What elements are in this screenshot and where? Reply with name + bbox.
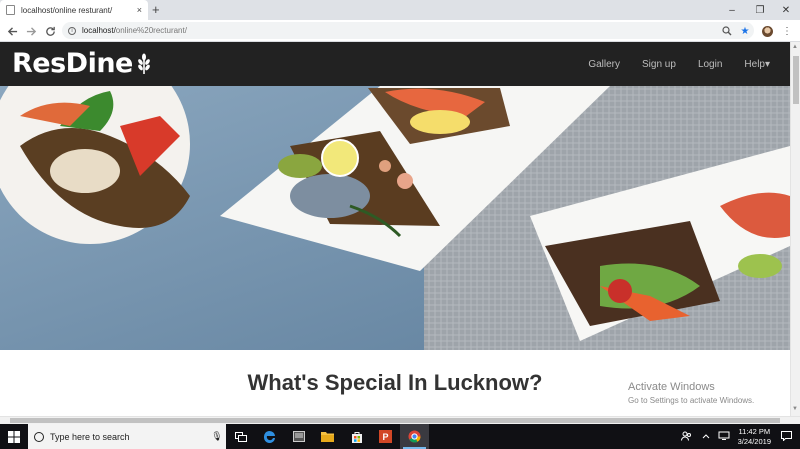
clock-date: 3/24/2019 <box>737 436 771 446</box>
nav-help-dropdown[interactable]: Help▾ <box>744 59 770 70</box>
vertical-scrollbar[interactable]: ▲ ▼ <box>790 42 800 416</box>
address-bar[interactable]: i localhost/ online%20recturant/ <box>62 22 754 39</box>
horizontal-scrollbar[interactable] <box>0 416 800 424</box>
chevron-up-icon[interactable] <box>702 432 710 441</box>
chrome-menu-icon[interactable]: ⋮ <box>780 23 794 39</box>
restore-button[interactable]: ❐ <box>746 0 774 20</box>
powerpoint-icon[interactable]: P <box>371 424 400 449</box>
clock-time: 11:42 PM <box>738 426 771 436</box>
scroll-down-icon[interactable]: ▼ <box>792 406 798 412</box>
svg-text:P: P <box>383 432 389 442</box>
arrow-right-icon[interactable] <box>23 23 39 39</box>
media-app-icon[interactable] <box>284 424 313 449</box>
page-icon <box>6 5 15 15</box>
windows-taskbar: Type here to search 🎙 P 11:42 PM 3/24/20… <box>0 424 800 449</box>
page-viewport: ResDine Gallery Sign up Login Help▾ What… <box>0 42 790 416</box>
file-explorer-icon[interactable] <box>313 424 342 449</box>
network-icon[interactable] <box>718 431 730 442</box>
brand-name: ResDine <box>12 48 133 79</box>
store-icon[interactable] <box>342 424 371 449</box>
notifications-icon[interactable] <box>781 430 792 443</box>
chrome-icon[interactable] <box>400 424 429 449</box>
activate-windows-watermark: Activate Windows Go to Settings to activ… <box>628 381 754 405</box>
nav-signup[interactable]: Sign up <box>642 59 676 70</box>
info-icon[interactable]: i <box>68 26 76 35</box>
site-navbar: ResDine Gallery Sign up Login Help▾ <box>0 42 790 86</box>
browser-tab-strip: localhost/online resturant/ × + – ❐ ✕ <box>0 0 800 20</box>
cortana-icon <box>34 431 44 442</box>
profile-avatar[interactable] <box>760 23 774 39</box>
microphone-icon[interactable]: 🎙 <box>208 431 226 442</box>
bookmark-star-icon[interactable]: ★ <box>738 23 752 39</box>
nav-links: Gallery Sign up Login Help▾ <box>566 42 770 86</box>
nav-login[interactable]: Login <box>698 59 722 70</box>
nav-gallery[interactable]: Gallery <box>588 59 620 70</box>
new-tab-button[interactable]: + <box>152 2 160 17</box>
close-window-button[interactable]: ✕ <box>772 0 800 20</box>
wheat-icon <box>138 53 150 74</box>
horizontal-scroll-thumb[interactable] <box>10 418 780 423</box>
url-path: online%20recturant/ <box>115 26 187 35</box>
hero-image <box>0 86 790 350</box>
watermark-subtitle: Go to Settings to activate Windows. <box>628 396 755 405</box>
zoom-icon[interactable] <box>720 23 734 39</box>
tab-title: localhost/online resturant/ <box>21 5 113 15</box>
reload-icon[interactable] <box>42 23 58 39</box>
taskbar-clock[interactable]: 11:42 PM 3/24/2019 <box>738 427 771 447</box>
tab-close-icon[interactable]: × <box>137 5 142 15</box>
system-tray: 11:42 PM 3/24/2019 <box>680 424 800 449</box>
people-icon[interactable] <box>680 431 692 443</box>
minimize-button[interactable]: – <box>718 0 746 20</box>
search-placeholder: Type here to search <box>50 431 130 442</box>
brand-logo[interactable]: ResDine <box>12 48 152 79</box>
scroll-thumb[interactable] <box>793 56 799 104</box>
windows-start-icon[interactable] <box>0 424 28 449</box>
taskbar-search-input[interactable]: Type here to search 🎙 <box>28 424 226 449</box>
scroll-up-icon[interactable]: ▲ <box>792 44 798 50</box>
browser-toolbar: i localhost/ online%20recturant/ ★ ⋮ <box>0 20 800 42</box>
task-view-icon[interactable] <box>226 424 255 449</box>
url-host: localhost/ <box>82 26 116 35</box>
watermark-title: Activate Windows <box>628 381 715 393</box>
arrow-left-icon[interactable] <box>4 23 20 39</box>
food-platters-image <box>0 86 790 350</box>
edge-browser-icon[interactable] <box>255 424 284 449</box>
browser-tab[interactable]: localhost/online resturant/ × <box>0 0 148 20</box>
